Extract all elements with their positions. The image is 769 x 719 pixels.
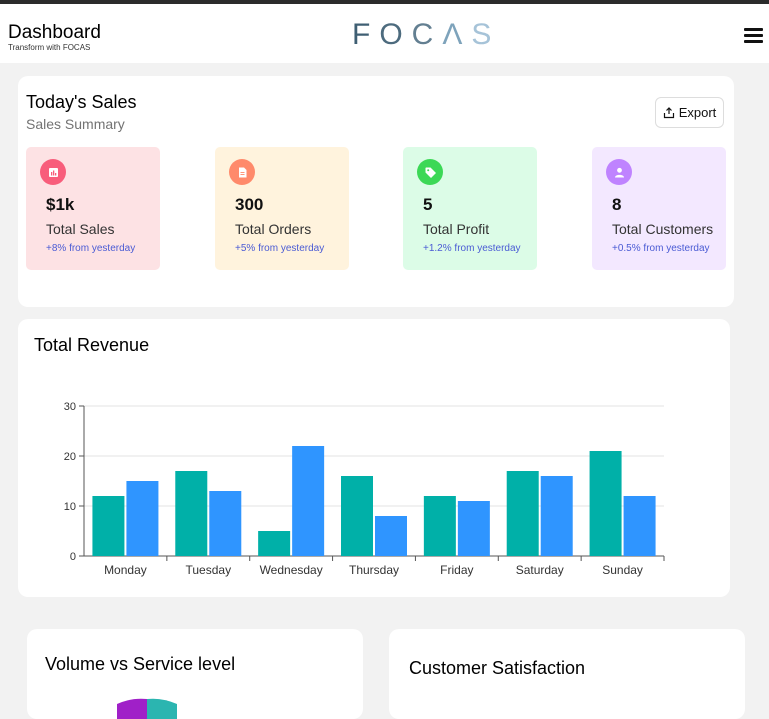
export-label: Export	[678, 105, 717, 120]
stat-value: 8	[612, 195, 622, 214]
x-tick-label: Wednesday	[260, 563, 323, 577]
logo-letter: C	[411, 18, 443, 51]
stat-change: +8% from yesterday	[46, 243, 136, 254]
chart-icon	[40, 159, 66, 185]
bar	[375, 516, 407, 556]
logo-letter: S	[471, 18, 501, 51]
x-tick-label: Sunday	[602, 563, 643, 577]
logo-letter: Λ	[442, 18, 472, 51]
x-tick-label: Friday	[440, 563, 473, 577]
stat-label: Total Orders	[235, 221, 312, 237]
y-tick-label: 30	[64, 401, 76, 413]
tag-icon	[417, 159, 443, 185]
donut-chart-partial	[117, 698, 177, 719]
stat-label: Total Sales	[46, 221, 115, 237]
stat-value: 5	[423, 195, 433, 214]
x-tick-label: Monday	[104, 563, 147, 577]
section-title: Today's Sales	[26, 92, 137, 112]
y-tick-label: 20	[64, 451, 76, 463]
section-subtitle: Sales Summary	[26, 116, 125, 132]
volume-service-card: Volume vs Service level	[27, 629, 363, 719]
stat-change: +0.5% from yesterday	[612, 243, 710, 254]
stat-value: $1k	[46, 195, 75, 214]
bar	[623, 496, 656, 556]
export-button[interactable]: Export	[655, 97, 724, 128]
focas-logo: FOCΛS	[352, 18, 500, 52]
stat-label: Total Profit	[423, 221, 490, 237]
stat-card-total-customers: 8 Total Customers +0.5% from yesterday	[592, 147, 726, 270]
x-tick-label: Thursday	[349, 563, 399, 577]
total-revenue-card: Total Revenue 0 10 20 30 Monday Tuesday Wednes…	[18, 319, 730, 597]
section-title: Customer Satisfaction	[409, 658, 586, 678]
top-header: Dashboard Transform with FOCAS FOCΛS	[0, 4, 769, 63]
stat-card-total-sales: $1k Total Sales +8% from yesterday	[26, 147, 160, 270]
bar	[341, 476, 373, 556]
app-subtitle: Transform with FOCAS	[8, 43, 91, 52]
hamburger-menu-icon[interactable]	[744, 28, 764, 44]
customer-satisfaction-card: Customer Satisfaction	[389, 629, 745, 719]
export-icon	[663, 106, 674, 118]
stat-change: +1.2% from yesterday	[423, 243, 521, 254]
bar	[589, 451, 622, 556]
bar	[457, 501, 490, 556]
logo-letter: F	[352, 18, 380, 51]
stat-change: +5% from yesterday	[235, 243, 325, 254]
user-icon	[606, 159, 632, 185]
bar	[292, 446, 325, 556]
stat-value: 300	[235, 195, 264, 214]
bar	[258, 531, 291, 556]
document-icon	[229, 159, 255, 185]
bar	[126, 481, 159, 556]
stat-card-total-profit: 5 Total Profit +1.2% from yesterday	[403, 147, 537, 270]
bar	[540, 476, 573, 556]
logo-letter: O	[379, 18, 412, 51]
y-tick-label: 10	[64, 501, 76, 513]
stat-label: Total Customers	[612, 221, 714, 237]
bar	[209, 491, 242, 556]
stat-card-total-orders: 300 Total Orders +5% from yesterday	[215, 147, 349, 270]
revenue-bar-chart: 0 10 20 30 Monday Tuesday Wednesday Thursday Fri…	[64, 401, 665, 577]
todays-sales-card: Today's Sales Sales Summary Export $1k T…	[18, 76, 734, 307]
bar	[92, 496, 125, 556]
x-tick-label: Tuesday	[185, 563, 231, 577]
app-title: Dashboard	[8, 22, 101, 43]
y-tick-label: 0	[70, 551, 76, 563]
bar	[506, 471, 539, 556]
x-tick-label: Saturday	[516, 563, 564, 577]
bar	[175, 471, 208, 556]
bar	[423, 496, 456, 556]
